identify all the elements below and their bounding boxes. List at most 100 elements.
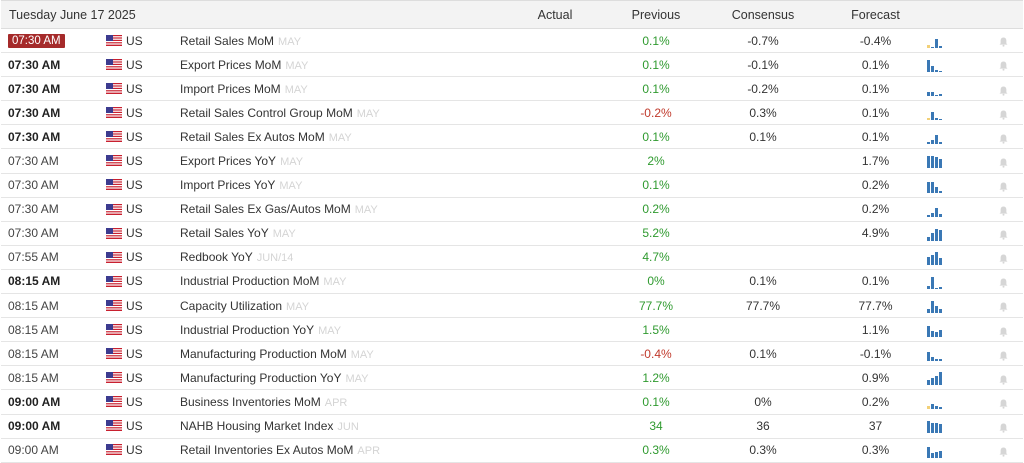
sparkline-chart[interactable] (927, 275, 942, 289)
sparkline-chart[interactable] (927, 444, 942, 458)
sparkline-cell[interactable] (927, 53, 983, 77)
table-row[interactable]: 08:15 AM US Capacity Utilization MAY 77.7… (1, 294, 1023, 318)
event-name-link[interactable]: Retail Sales Ex Gas/Autos MoM (180, 202, 351, 216)
event-cell[interactable]: Retail Inventories Ex Autos MoM APR (180, 438, 500, 462)
sparkline-chart[interactable] (927, 154, 942, 169)
event-cell[interactable]: Capacity Utilization MAY (180, 294, 500, 318)
event-name-link[interactable]: Retail Sales Control Group MoM (180, 106, 353, 120)
event-cell[interactable]: Import Prices YoY MAY (180, 173, 500, 197)
table-row[interactable]: 09:00 AM US Business Inventories MoM APR … (1, 390, 1023, 414)
event-cell[interactable]: Manufacturing Production MoM MAY (180, 342, 500, 366)
sparkline-cell[interactable] (927, 101, 983, 125)
sparkline-chart[interactable] (927, 323, 942, 338)
table-row[interactable]: 09:00 AM US NAHB Housing Market Index JUN… (1, 414, 1023, 439)
bell-icon[interactable] (999, 36, 1008, 48)
event-name-link[interactable]: Retail Inventories Ex Autos MoM (180, 443, 353, 457)
sparkline-cell[interactable] (927, 269, 983, 293)
alert-cell[interactable] (983, 390, 1023, 414)
event-name-link[interactable]: Industrial Production MoM (180, 274, 319, 288)
event-name-link[interactable]: Retail Sales Ex Autos MoM (180, 130, 325, 144)
bell-icon[interactable] (999, 446, 1008, 457)
table-row[interactable]: 07:30 AM US Export Prices MoM MAY 0.1% -0… (1, 53, 1023, 77)
sparkline-chart[interactable] (927, 227, 942, 241)
sparkline-cell[interactable] (927, 390, 983, 414)
event-cell[interactable]: Industrial Production YoY MAY (180, 318, 500, 342)
bell-icon[interactable] (999, 205, 1008, 216)
alert-cell[interactable] (983, 245, 1023, 269)
event-name-link[interactable]: Import Prices YoY (180, 178, 275, 192)
event-cell[interactable]: Import Prices MoM MAY (180, 77, 500, 101)
event-cell[interactable]: Retail Sales Ex Gas/Autos MoM MAY (180, 197, 500, 221)
event-cell[interactable]: Business Inventories MoM APR (180, 390, 500, 414)
event-name-link[interactable]: Retail Sales MoM (180, 34, 274, 48)
event-name-link[interactable]: NAHB Housing Market Index (180, 419, 333, 433)
sparkline-chart[interactable] (927, 203, 942, 217)
sparkline-cell[interactable] (927, 149, 983, 173)
alert-cell[interactable] (983, 101, 1023, 125)
bell-icon[interactable] (999, 350, 1008, 361)
event-cell[interactable]: Retail Sales MoM MAY (180, 29, 500, 53)
bell-icon[interactable] (999, 422, 1008, 433)
table-row[interactable]: 07:30 AM US Retail Sales Ex Autos MoM MAY… (1, 125, 1023, 149)
alert-cell[interactable] (983, 125, 1023, 149)
bell-icon[interactable] (999, 301, 1008, 313)
sparkline-cell[interactable] (927, 294, 983, 318)
sparkline-chart[interactable] (927, 371, 942, 386)
alert-cell[interactable] (983, 366, 1023, 390)
bell-icon[interactable] (999, 157, 1008, 168)
sparkline-cell[interactable] (927, 366, 983, 390)
sparkline-cell[interactable] (927, 318, 983, 342)
alert-cell[interactable] (983, 29, 1023, 53)
event-cell[interactable]: Retail Sales Ex Autos MoM MAY (180, 125, 500, 149)
alert-cell[interactable] (983, 294, 1023, 318)
event-name-link[interactable]: Export Prices YoY (180, 154, 276, 168)
bell-icon[interactable] (999, 253, 1008, 264)
bell-icon[interactable] (999, 109, 1008, 120)
table-row[interactable]: 07:30 AM US Export Prices YoY MAY 2% 1.7% (1, 149, 1023, 174)
event-cell[interactable]: NAHB Housing Market Index JUN (180, 414, 500, 438)
event-name-link[interactable]: Manufacturing Production MoM (180, 347, 347, 361)
alert-cell[interactable] (983, 269, 1023, 293)
alert-cell[interactable] (983, 173, 1023, 197)
sparkline-cell[interactable] (927, 125, 983, 149)
alert-cell[interactable] (983, 318, 1023, 342)
sparkline-chart[interactable] (927, 130, 942, 145)
event-cell[interactable]: Industrial Production MoM MAY (180, 269, 500, 293)
table-row[interactable]: 08:15 AM US Industrial Production MoM MAY… (1, 269, 1023, 294)
sparkline-cell[interactable] (927, 29, 983, 53)
sparkline-cell[interactable] (927, 438, 983, 462)
event-cell[interactable]: Manufacturing Production YoY MAY (180, 366, 500, 390)
table-row[interactable]: 08:15 AM US Manufacturing Production MoM… (1, 342, 1023, 366)
event-name-link[interactable]: Redbook YoY (180, 250, 253, 264)
sparkline-cell[interactable] (927, 342, 983, 366)
bell-icon[interactable] (999, 181, 1008, 192)
sparkline-chart[interactable] (927, 34, 942, 48)
table-row[interactable]: 07:30 AM US Retail Sales Control Group M… (1, 101, 1023, 125)
bell-icon[interactable] (999, 229, 1008, 240)
sparkline-chart[interactable] (927, 251, 942, 265)
event-cell[interactable]: Export Prices MoM MAY (180, 53, 500, 77)
table-row[interactable]: 09:00 AM US Retail Inventories Ex Autos … (1, 438, 1023, 463)
event-name-link[interactable]: Manufacturing Production YoY (180, 371, 341, 385)
sparkline-cell[interactable] (927, 414, 983, 438)
sparkline-cell[interactable] (927, 245, 983, 269)
event-name-link[interactable]: Export Prices MoM (180, 58, 281, 72)
event-name-link[interactable]: Capacity Utilization (180, 299, 282, 313)
bell-icon[interactable] (999, 277, 1008, 288)
event-name-link[interactable]: Industrial Production YoY (180, 323, 314, 337)
event-name-link[interactable]: Import Prices MoM (180, 82, 281, 96)
alert-cell[interactable] (983, 197, 1023, 221)
event-name-link[interactable]: Retail Sales YoY (180, 226, 269, 240)
sparkline-cell[interactable] (927, 77, 983, 101)
alert-cell[interactable] (983, 438, 1023, 462)
alert-cell[interactable] (983, 149, 1023, 173)
sparkline-cell[interactable] (927, 221, 983, 245)
table-row[interactable]: 07:30 AM US Retail Sales Ex Gas/Autos Mo… (1, 197, 1023, 222)
alert-cell[interactable] (983, 53, 1023, 77)
table-row[interactable]: 07:55 AM US Redbook YoY JUN/14 4.7% (1, 245, 1023, 270)
event-cell[interactable]: Redbook YoY JUN/14 (180, 245, 500, 269)
event-cell[interactable]: Export Prices YoY MAY (180, 149, 500, 173)
table-row[interactable]: 07:30 AM US Import Prices MoM MAY 0.1% -0… (1, 77, 1023, 101)
table-row[interactable]: 07:30 AM US Retail Sales MoM MAY 0.1% -0.… (1, 29, 1023, 53)
table-row[interactable]: 08:15 AM US Industrial Production YoY MAY… (1, 318, 1023, 342)
